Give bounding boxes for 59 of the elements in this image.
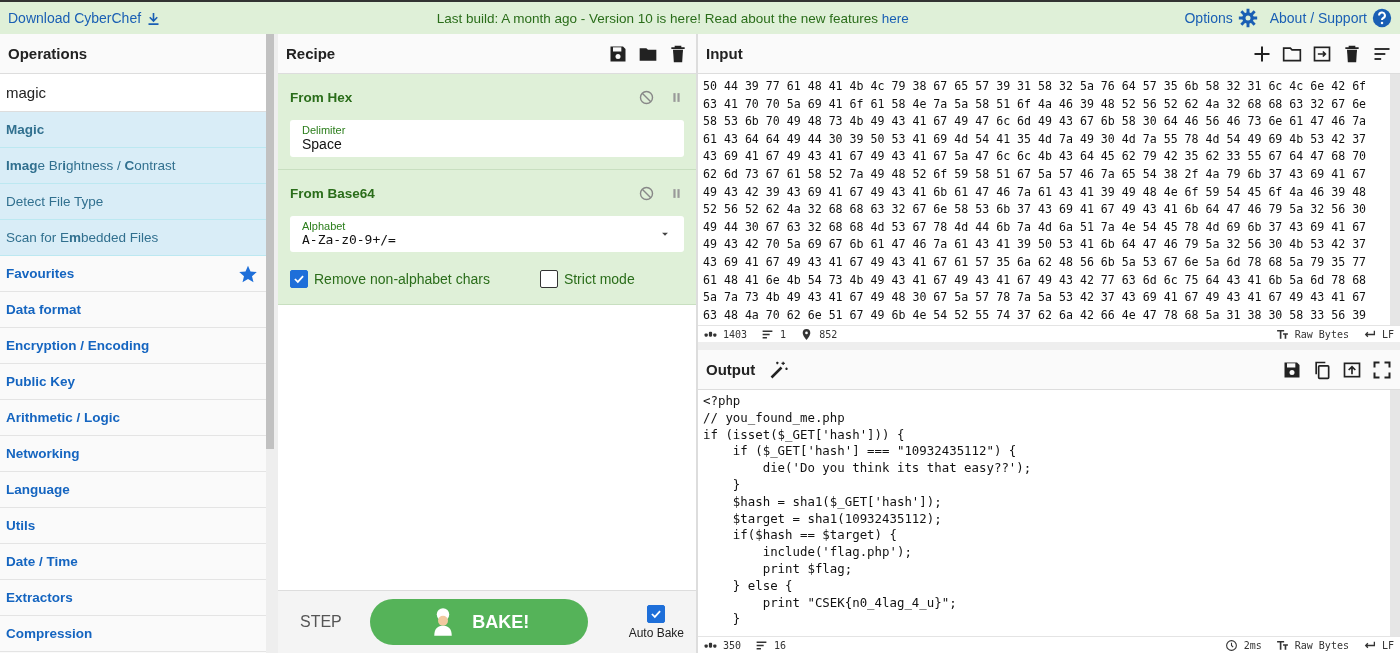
length-count: 1403 (723, 328, 748, 340)
dropdown-field[interactable]: Alphabet A-Za-z0-9+/= (290, 216, 684, 252)
input-text[interactable]: 50 44 39 77 61 48 41 4b 4c 79 38 67 65 57 39 31 58 32 5a 76 64 57 35 6b 58 32 31 6c 4c 6e 42 6f 63 41 70 70 5a 69 41 6f 61 58 4e 7a 5a 58 51 6f 4a 46 39 48 52 56 52 62 4a 32 68 68 63 32 67 6e 58 53 6b 70 49 48 73 4b 49 43 41 67 49 47 6c 6d 49 43 67 6b 58 30 64 46 56 46 73 6e 61 47 46 7a 61 43 64 64 49 44 30 39 50 53 41 69 4d 54 41 35 4d 7a 49 30 4d 7a 55 78 4d 54 49 69 4b 53 42 37 43 69 41 67 49 43 41 67 49 43 41 67 5a 47 6c 6c 4b 43 64 45 62 79 42 35 62 33 55 67 64 47 68 70 62 6d 73 67 61 58 52 7a 49 48 52 6f 59 58 51 67 5a 57 46 7a 65 54 38 2f 4a 79 6b 37 43 69 41 67 49 43 42 39 43 69 41 67 49 43 41 6b 61 47 46 7a 61 43 41 39 49 48 4e 6f 59 54 45 6f 4a 46 39 48 52 56 52 62 4a 32 68 68 63 32 67 6e 58 53 6b 37 43 69 41 67 49 43 41 6b 64 47 46 79 5a 32 56 30 49 44 30 67 63 32 68 68 4d 53 67 78 4d 44 6b 7a 4d 6a 51 7a 4e 54 45 78 4d 69 6b 37 43 69 41 67 49 43 42 70 5a 69 67 6b 61 47 46 7a 61 43 41 39 50 53 41 6b 64 47 46 79 5a 32 56 30 4b 53 42 37 43 69 41 67 49 43 41 67 49 43 41 67 61 57 35 6a 62 48 56 6b 5a 53 67 6e 5a 6d 78 68 5a 79 35 77 61 48 41 6e 4b 54 73 4b 49 43 41 67 49 43 41 67 49 43 42 77 63 6d 6c 75 64 43 41 6b 5a 6d 78 68 5a 7a 73 4b 49 43 41 67 49 48 30 67 5a 57 78 7a 5a 53 42 37 43 69 41 67 49 43 41 67 49 43 41 67 63 48 4a 70 62 6e 51 67 49 6b 4e 54 52 55 74 37 62 6a 42 66 4e 47 78 68 5a 31 38 30 58 33 56 39 (703, 78, 1386, 325)
panel-title: Operations (8, 45, 88, 62)
recipe-operation[interactable]: From Base64 Alphabet A-Za-z0-9+/= Remove non-alphabet chars Strict mode (278, 170, 696, 305)
resize-handle[interactable] (698, 342, 1400, 350)
checkbox[interactable] (647, 604, 666, 623)
step-button[interactable]: STEP (300, 609, 342, 635)
disable-icon[interactable] (638, 184, 655, 202)
encoding-label: Raw Bytes (1294, 639, 1349, 651)
cursor-position: 852 (819, 328, 838, 340)
operation-item[interactable]: Detect File Type (0, 184, 266, 220)
field-label: Alphabet (302, 220, 347, 232)
download-icon (146, 10, 162, 26)
checkbox-label: Auto Bake (628, 625, 684, 640)
checkbox[interactable] (290, 270, 308, 288)
trash-icon[interactable] (1342, 43, 1362, 64)
checkbox[interactable] (539, 270, 558, 288)
field-value: Space (302, 136, 343, 152)
recipe-operation[interactable]: From Hex Delimiter Space (278, 74, 696, 170)
magic-wand-icon[interactable] (769, 359, 790, 380)
font-icon (1275, 327, 1289, 341)
operation-name: From Base64 (290, 185, 375, 201)
line-count: 1 (780, 328, 787, 340)
eol-label: LF (1381, 639, 1394, 651)
text-field[interactable]: Delimiter Space (290, 120, 684, 157)
panel-title: Recipe (286, 45, 336, 62)
trash-icon[interactable] (668, 43, 688, 64)
copy-icon[interactable] (1312, 359, 1332, 380)
download-link[interactable]: Download CyberChef (8, 10, 162, 26)
clock-icon (1224, 638, 1238, 652)
build-notice: Last build: A month ago - Version 10 is here! Read about the new features here (436, 10, 909, 26)
operation-item[interactable]: Magic (0, 112, 266, 148)
font-icon (1275, 638, 1289, 652)
settings-icon (1237, 8, 1258, 28)
operation-item[interactable]: Scan for Embedded Files (0, 220, 266, 256)
fullscreen-icon[interactable] (1372, 359, 1392, 380)
scrollbar-thumb[interactable] (266, 34, 274, 449)
operation-name: From Hex (290, 89, 353, 105)
operation-item[interactable]: Image Brightness / Contrast (0, 148, 266, 184)
panel-title: Output (706, 361, 756, 378)
length-count: 350 (723, 639, 742, 651)
field-value: A-Za-z0-9+/= (302, 232, 396, 247)
panel-title: Input (706, 45, 743, 62)
help-icon (1372, 8, 1392, 28)
notice-link[interactable]: here (881, 10, 909, 26)
encoding-label: Raw Bytes (1294, 328, 1349, 340)
eol-label: LF (1381, 328, 1394, 340)
disable-icon[interactable] (638, 88, 655, 106)
bake-time: 2ms (1243, 639, 1262, 651)
options-link[interactable]: Options (1184, 8, 1258, 28)
checkbox-label: Strict mode (563, 271, 635, 287)
checkbox-label: Remove non-alphabet chars (314, 271, 490, 287)
about-support-link[interactable]: About / Support (1269, 8, 1392, 28)
line-count: 16 (774, 639, 787, 651)
category-item[interactable]: Favourites (0, 256, 266, 292)
output-text: <?php // you_found_me.php if (isset($_GET['hash'])) { if ($_GET['hash'] === "10932435112") { die('Do you think its that easy??'); } $hash = sha1($_GET['hash']); $target = sha1(10932435112); if($hash == $target) { include('flag.php'); print $flag; } else { print "CSEK{n0_4lag_4_u}"; } (703, 393, 1033, 629)
field-label: Delimiter (302, 124, 346, 136)
search-field[interactable]: magic (0, 74, 266, 112)
